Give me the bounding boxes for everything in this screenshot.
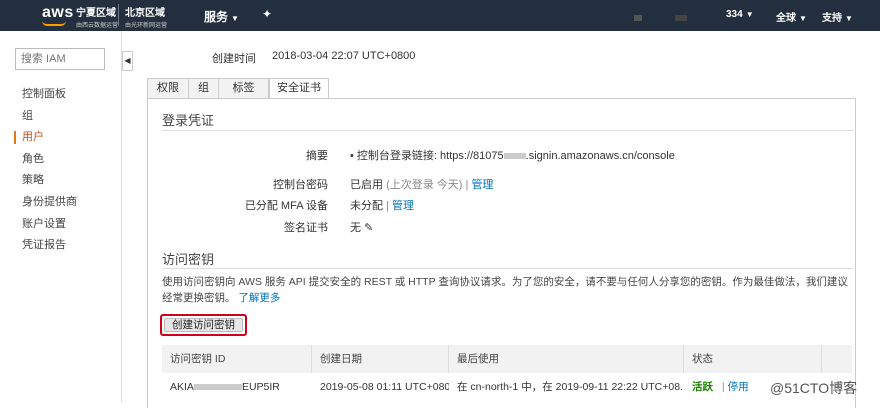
pin-icon[interactable]: ✦ [262,7,272,21]
console-link-row: • 控制台登录链接: https://81075 .signin.amazonaw… [350,147,675,163]
security-credentials-panel: 登录凭证 摘要 • 控制台登录链接: https://81075 .signin.… [147,98,856,408]
access-key-redacted [193,384,242,391]
aws-logo[interactable]: aws [42,4,74,22]
console-link-text: 控制台登录链接: https://81075 [356,150,504,162]
region-beijing-title: 北京区域 [125,8,165,19]
sidebar-item-dashboard[interactable]: 控制面板 [0,84,122,106]
access-key-last-used: 在 cn-north-1 中，在 2019-09-11 22:22 UTC+08… [457,381,684,393]
signing-cert-value: 无 ✎ [350,219,373,235]
column-header-last-used[interactable]: 最后使用 [449,345,684,373]
column-header-actions [822,345,852,373]
tab-groups[interactable]: 组 [188,78,219,99]
sidebar-item-account-settings[interactable]: 账户设置 [0,214,122,236]
mfa-label-text: 已分配 MFA 设备 [244,200,328,212]
chevron-down-icon: ▼ [799,14,807,23]
learn-more-link[interactable]: 了解更多 [238,292,280,304]
column-header-key-id[interactable]: 访问密钥 ID [162,345,312,373]
services-label: 服务 [204,10,229,24]
region-beijing[interactable]: 北京区域 由光环新网运营 [125,4,167,29]
create-access-key-button[interactable]: 创建访问密钥 [164,318,243,332]
region-menu-label: 全球 [776,13,796,24]
sidebar-item-policies[interactable]: 策略 [0,170,122,192]
sidebar-collapse-button[interactable]: ◀ [122,51,133,71]
tab-permissions[interactable]: 权限 [147,78,189,99]
divider [162,130,853,131]
access-key-created: 2019-05-08 01:11 UTC+0800 [320,381,449,393]
console-link-tail: .signin.amazonaws.cn/console [525,150,675,162]
tab-tags[interactable]: 标签 [218,78,269,99]
created-time-row: 创建时间 2018-03-04 22:07 UTC+0800 [212,50,415,66]
region-ningxia[interactable]: 宁夏区域 由西云数据运营 [76,4,118,29]
signing-cert-label: 签名证书 [284,222,328,234]
aws-logo-smile [42,21,66,26]
top-navigation-bar: aws 宁夏区域 由西云数据运营 北京区域 由光环新网运营 服务 ▼ ✦ 334 ▼… [0,0,880,31]
bullet-icon: • [350,150,354,162]
created-time-value: 2018-03-04 22:07 UTC+0800 [272,50,416,62]
pencil-icon[interactable]: ✎ [364,222,373,234]
region-ningxia-sub: 由西云数据运营 [76,23,119,29]
separator: | [386,200,389,212]
sidebar-nav: 控制面板 组 用户 角色 策略 身份提供商 账户设置 凭证报告 [0,84,122,257]
chevron-left-icon: ◀ [124,56,131,65]
mfa-value: 未分配 | 管理 [350,197,414,213]
separator: | [465,179,469,191]
sidebar-item-identity-providers[interactable]: 身份提供商 [0,192,122,214]
mfa-label: 已分配 MFA 设备 [245,197,328,213]
access-key-suffix: EUP5IR [241,381,280,393]
search-iam-input[interactable] [15,48,105,70]
divider [162,268,853,269]
chevron-down-icon: ▼ [845,14,853,23]
last-login-note: (上次登录 今天) [386,179,463,191]
summary-label: 摘要 [306,150,328,162]
sidebar: 控制面板 组 用户 角色 策略 身份提供商 账户设置 凭证报告 [0,31,122,402]
region-ningxia-title: 宁夏区域 [76,8,116,19]
support-menu[interactable]: 支持 ▼ [822,9,853,24]
sidebar-item-roles[interactable]: 角色 [0,149,122,171]
access-keys-description: 使用访问密钥向 AWS 服务 API 提交安全的 REST 或 HTTP 查询协… [162,274,852,306]
column-header-status[interactable]: 状态 [684,345,822,373]
chevron-down-icon: ▼ [231,14,239,23]
mfa-status: 未分配 [350,200,383,212]
account-menu[interactable]: 334 ▼ [726,9,754,20]
sidebar-item-groups[interactable]: 组 [0,106,122,128]
region-beijing-sub: 由光环新网运营 [125,23,168,29]
password-status: 已启用 [350,179,383,191]
chevron-down-icon: ▼ [745,10,754,19]
access-keys-title: 访问密钥 [162,252,215,267]
account-id-redacted [503,153,526,160]
services-menu[interactable]: 服务 ▼ [204,8,239,25]
sidebar-item-users[interactable]: 用户 [0,127,122,149]
signing-cert-status: 无 [350,222,361,234]
account-suffix: 334 [726,9,743,20]
created-time-label: 创建时间 [212,53,256,65]
status-badge: 活跃 [692,381,713,393]
support-label: 支持 [822,13,842,24]
account-name-redacted [634,12,724,22]
column-header-created[interactable]: 创建日期 [312,345,449,373]
sidebar-item-credential-report[interactable]: 凭证报告 [0,235,122,257]
console-password-value: 已启用 (上次登录 今天) | 管理 [350,176,493,192]
region-menu[interactable]: 全球 ▼ [776,9,807,24]
manage-mfa-link[interactable]: 管理 [392,200,414,212]
deactivate-link[interactable]: 停用 [728,381,749,393]
access-key-id: AKIA EUP5IR [162,377,312,397]
watermark: @51CTO博客 [770,380,858,396]
login-credentials-title: 登录凭证 [162,113,215,128]
region-divider [118,4,119,26]
separator: | [721,381,725,393]
create-access-key-highlight: 创建访问密钥 [160,314,247,336]
access-key-prefix: AKIA [170,381,194,393]
tab-security-credentials[interactable]: 安全证书 [269,78,329,99]
console-password-label: 控制台密码 [273,179,328,191]
manage-password-link[interactable]: 管理 [471,179,493,191]
